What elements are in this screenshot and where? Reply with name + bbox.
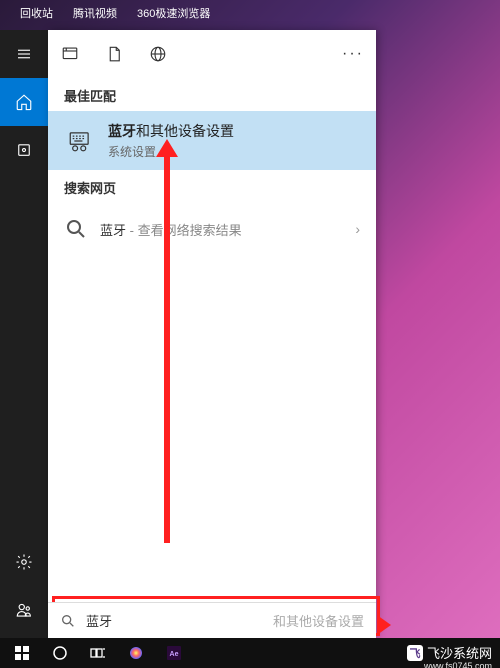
tab-web-icon[interactable] <box>148 44 168 64</box>
home-button[interactable] <box>0 78 48 126</box>
search-panel: ··· 最佳匹配 蓝牙和其他设备设置 系统设置 搜索网页 蓝牙 - 查看网络搜索… <box>48 30 376 638</box>
web-search-header: 搜索网页 <box>48 170 376 203</box>
desktop-icon[interactable]: 回收站 <box>20 5 53 21</box>
menu-button[interactable] <box>0 30 48 78</box>
result-title: 蓝牙和其他设备设置 <box>108 121 360 141</box>
settings-button[interactable] <box>0 538 48 586</box>
task-view-button[interactable] <box>80 638 116 668</box>
desktop-icon[interactable]: 360极速浏览器 <box>137 5 210 21</box>
watermark-logo-icon: 飞 <box>407 645 423 661</box>
tab-documents-icon[interactable] <box>104 44 124 64</box>
tab-all-icon[interactable] <box>60 44 80 64</box>
search-input[interactable] <box>86 613 275 628</box>
annotation-cursor <box>377 615 391 635</box>
svg-text:Ae: Ae <box>170 651 179 658</box>
search-icon <box>60 613 76 629</box>
filter-tabs: ··· <box>48 30 376 78</box>
taskbar-app-ae[interactable]: Ae <box>156 638 192 668</box>
best-match-header: 最佳匹配 <box>48 78 376 111</box>
search-autocomplete: 和其他设备设置 <box>273 611 364 630</box>
start-button[interactable] <box>4 638 40 668</box>
account-button[interactable] <box>0 586 48 634</box>
more-button[interactable]: ··· <box>342 45 364 63</box>
web-result-item[interactable]: 蓝牙 - 查看网络搜索结果 › <box>48 203 376 255</box>
collections-button[interactable] <box>0 126 48 174</box>
search-icon <box>64 213 88 245</box>
left-rail <box>0 30 48 638</box>
chevron-right-icon: › <box>355 221 360 237</box>
web-result-title: 蓝牙 - 查看网络搜索结果 <box>100 220 355 239</box>
desktop-icon[interactable]: 腾讯视频 <box>73 5 117 21</box>
search-box[interactable]: 和其他设备设置 <box>48 602 376 638</box>
result-subtitle: 系统设置 <box>108 143 360 160</box>
cortana-button[interactable] <box>42 638 78 668</box>
watermark: 飞 飞沙系统网 www.fs0745.com <box>407 643 492 662</box>
result-bluetooth-settings[interactable]: 蓝牙和其他设备设置 系统设置 <box>48 111 376 170</box>
taskbar-app[interactable] <box>118 638 154 668</box>
desktop-icons: 回收站 腾讯视频 360极速浏览器 <box>0 0 500 26</box>
annotation-arrow <box>164 155 170 543</box>
keyboard-icon <box>64 125 96 157</box>
